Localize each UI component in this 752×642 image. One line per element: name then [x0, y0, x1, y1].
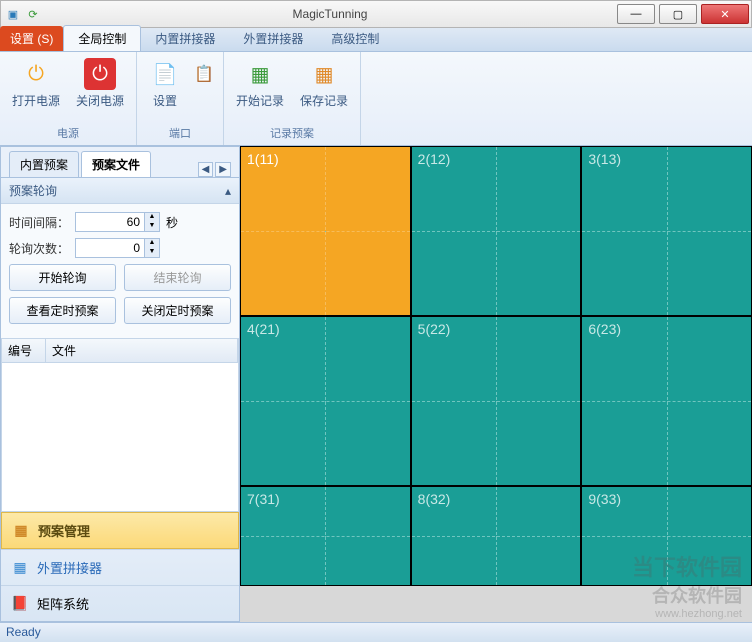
save-record-icon: ▦: [308, 58, 340, 90]
power-on-icon: ⏻: [20, 58, 52, 90]
port-extra-button[interactable]: 📋: [193, 56, 215, 123]
settings-icon: 📄: [149, 58, 181, 90]
status-text: Ready: [6, 625, 41, 639]
grid-cell-9[interactable]: 9(33): [581, 486, 752, 586]
spin-up[interactable]: ▲: [145, 213, 159, 222]
grid-cell-4[interactable]: 4(21): [240, 316, 411, 486]
plan-table-body[interactable]: [1, 363, 239, 512]
power-off-button[interactable]: ⏻ 关闭电源: [72, 56, 128, 123]
grid-cell-2[interactable]: 2(12): [411, 146, 582, 316]
grid-cell-3[interactable]: 3(13): [581, 146, 752, 316]
refresh-icon[interactable]: ⟳: [25, 6, 41, 22]
power-off-icon: ⏻: [84, 58, 116, 90]
nav-matrix-system[interactable]: 📕 矩阵系统: [1, 585, 239, 621]
interval-spinner[interactable]: ▲▼: [75, 212, 160, 232]
calendar-icon: ▦: [12, 522, 30, 540]
tab-internal-splicer[interactable]: 内置拼接器: [141, 26, 229, 51]
doc-icon: 📋: [188, 58, 220, 90]
ribbon-group-record: ▦ 开始记录 ▦ 保存记录 记录预案: [224, 52, 361, 145]
maximize-button[interactable]: ▢: [659, 4, 697, 24]
grid-cell-6[interactable]: 6(23): [581, 316, 752, 486]
left-panel: 内置预案 预案文件 ◀ ▶ 预案轮询 ▴ 时间间隔： ▲▼ 秒: [0, 146, 240, 622]
bottom-nav: ▦ 预案管理 ▦ 外置拼接器 📕 矩阵系统: [1, 512, 239, 621]
ribbon-group-power: ⏻ 打开电源 ⏻ 关闭电源 电源: [0, 52, 137, 145]
interval-label: 时间间隔：: [9, 214, 69, 231]
start-record-button[interactable]: ▦ 开始记录: [232, 56, 288, 123]
view-timer-button[interactable]: 查看定时预案: [9, 297, 116, 324]
nav-plan-management[interactable]: ▦ 预案管理: [1, 512, 239, 549]
panel-tabs: 内置预案 预案文件 ◀ ▶: [1, 147, 239, 177]
start-polling-button[interactable]: 开始轮询: [9, 264, 116, 291]
grid-cell-1[interactable]: 1(11): [240, 146, 411, 316]
grid-area: 1(11) 2(12) 3(13) 4(21) 5(22) 6(23) 7(31…: [240, 146, 752, 622]
interval-input[interactable]: [76, 213, 144, 231]
port-settings-button[interactable]: 📄 设置: [145, 56, 185, 123]
tab-builtin-plan[interactable]: 内置预案: [9, 151, 79, 177]
grid-cell-7[interactable]: 7(31): [240, 486, 411, 586]
tab-advanced-control[interactable]: 高级控制: [317, 26, 393, 51]
col-id: 编号: [2, 339, 46, 362]
count-spinner[interactable]: ▲▼: [75, 238, 160, 258]
display-grid: 1(11) 2(12) 3(13) 4(21) 5(22) 6(23) 7(31…: [240, 146, 752, 622]
app-icon: ▣: [5, 6, 21, 22]
collapse-icon: ▴: [225, 184, 231, 198]
tab-scroll-right[interactable]: ▶: [215, 162, 231, 177]
close-button[interactable]: ✕: [701, 4, 749, 24]
ribbon: ⏻ 打开电源 ⏻ 关闭电源 电源 📄 设置 📋 端口 ▦ 开始记录: [0, 52, 752, 146]
minimize-button[interactable]: —: [617, 4, 655, 24]
ribbon-group-port: 📄 设置 📋 端口: [137, 52, 224, 145]
polling-section: 时间间隔： ▲▼ 秒 轮询次数： ▲▼ 开始轮询 结束轮询: [1, 204, 239, 338]
tab-settings[interactable]: 设置 (S): [0, 26, 63, 51]
spin-up[interactable]: ▲: [145, 239, 159, 248]
grid-icon: ▦: [11, 559, 29, 577]
tab-global-control[interactable]: 全局控制: [63, 25, 141, 51]
grid-cell-8[interactable]: 8(32): [411, 486, 582, 586]
count-input[interactable]: [76, 239, 144, 257]
titlebar: ▣ ⟳ MagicTunning — ▢ ✕: [0, 0, 752, 28]
save-record-button[interactable]: ▦ 保存记录: [296, 56, 352, 123]
main-area: 内置预案 预案文件 ◀ ▶ 预案轮询 ▴ 时间间隔： ▲▼ 秒: [0, 146, 752, 622]
plan-table-header: 编号 文件: [1, 338, 239, 363]
tab-scroll-left[interactable]: ◀: [198, 162, 214, 177]
count-label: 轮询次数：: [9, 240, 69, 257]
polling-section-header[interactable]: 预案轮询 ▴: [1, 178, 239, 204]
start-record-icon: ▦: [244, 58, 276, 90]
spin-down[interactable]: ▼: [145, 222, 159, 231]
tab-plan-file[interactable]: 预案文件: [81, 151, 151, 177]
window-title: MagicTunning: [45, 7, 615, 21]
col-file: 文件: [46, 339, 238, 362]
power-on-button[interactable]: ⏻ 打开电源: [8, 56, 64, 123]
ribbon-tabs: 设置 (S) 全局控制 内置拼接器 外置拼接器 高级控制: [0, 28, 752, 52]
status-bar: Ready: [0, 622, 752, 642]
spin-down[interactable]: ▼: [145, 248, 159, 257]
close-timer-button[interactable]: 关闭定时预案: [124, 297, 231, 324]
grid-cell-5[interactable]: 5(22): [411, 316, 582, 486]
stop-polling-button[interactable]: 结束轮询: [124, 264, 231, 291]
interval-unit: 秒: [166, 214, 178, 231]
book-icon: 📕: [11, 595, 29, 613]
nav-external-splicer[interactable]: ▦ 外置拼接器: [1, 549, 239, 585]
tab-external-splicer[interactable]: 外置拼接器: [229, 26, 317, 51]
